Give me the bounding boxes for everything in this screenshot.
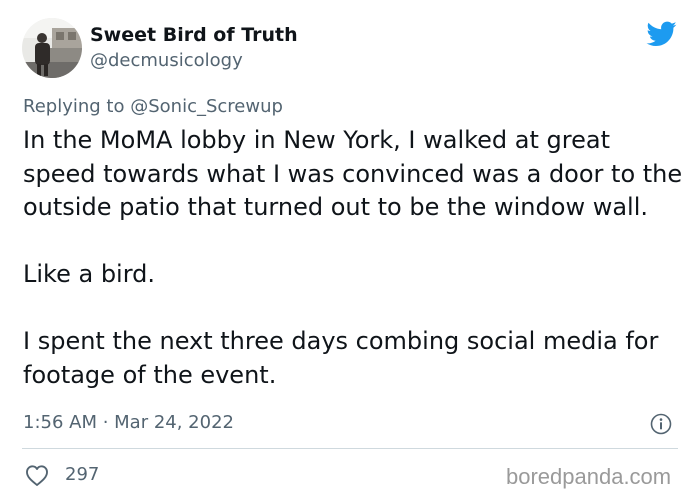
twitter-bird-icon[interactable] xyxy=(645,20,677,48)
twitter-bird-svg xyxy=(646,21,677,47)
avatar[interactable] xyxy=(22,18,82,78)
tweet-paragraph: I spent the next three days combing soci… xyxy=(23,327,659,389)
reply-mention-link[interactable]: @Sonic_Screwup xyxy=(130,96,283,117)
author-block: Sweet Bird of Truth @decmusicology xyxy=(90,22,298,74)
tweet-paragraph: In the MoMA lobby in New York, I walked … xyxy=(23,126,683,221)
info-icon-svg xyxy=(650,413,672,435)
author-handle[interactable]: @decmusicology xyxy=(90,48,298,74)
tweet-paragraph: Like a bird. xyxy=(23,260,156,288)
tweet-card: Sweet Bird of Truth @decmusicology Reply… xyxy=(0,0,700,502)
reply-context: Replying to @Sonic_Screwup xyxy=(23,94,283,120)
avatar-photo-image xyxy=(22,18,82,78)
reply-prefix: Replying to xyxy=(23,96,125,117)
watermark: boredpanda.com xyxy=(506,464,672,489)
tweet-text: In the MoMA lobby in New York, I walked … xyxy=(23,124,683,392)
like-action[interactable]: 297 xyxy=(23,460,99,490)
heart-icon[interactable] xyxy=(23,461,51,489)
info-icon[interactable] xyxy=(650,413,672,435)
author-display-name[interactable]: Sweet Bird of Truth xyxy=(90,22,298,48)
like-count: 297 xyxy=(65,464,100,485)
divider xyxy=(22,448,678,449)
tweet-timestamp[interactable]: 1:56 AM · Mar 24, 2022 xyxy=(23,410,234,436)
